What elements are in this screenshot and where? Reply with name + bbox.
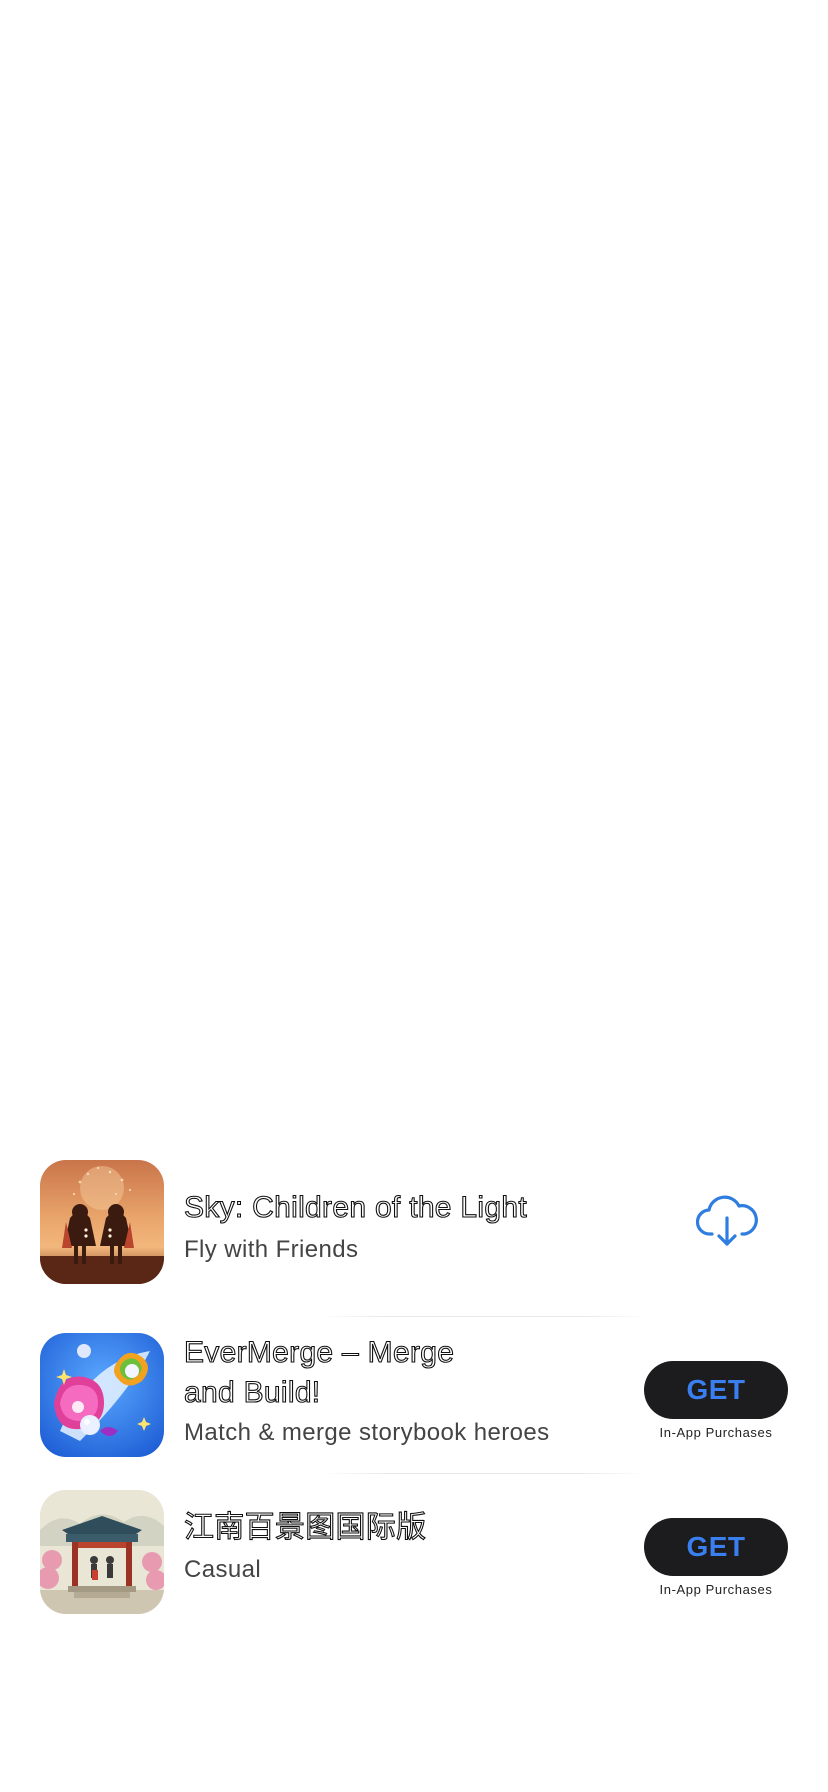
app-title-line-1: EverMerge – Merge bbox=[183, 1335, 455, 1369]
app-subtitle: Casual bbox=[184, 1556, 262, 1583]
get-button[interactable]: GET bbox=[644, 1518, 788, 1576]
app-subtitle: Fly with Friends bbox=[184, 1236, 359, 1263]
app-subtitle: Match & merge storybook heroes bbox=[184, 1419, 550, 1446]
jiangnan-action: GET In-App Purchases bbox=[644, 1518, 788, 1597]
in-app-purchases-label: In-App Purchases bbox=[659, 1582, 773, 1597]
sky-app-icon[interactable] bbox=[40, 1160, 164, 1284]
get-button[interactable]: GET bbox=[644, 1361, 788, 1419]
app-store-page: Sky: Children of the Light Fly with Frie… bbox=[0, 0, 828, 1792]
evermerge-action: GET In-App Purchases bbox=[644, 1361, 788, 1440]
jiangnan-text: 江南百景图国际版 Casual bbox=[183, 1508, 614, 1586]
app-title: 江南百景图国际版 bbox=[183, 1509, 427, 1545]
in-app-purchases-label: In-App Purchases bbox=[659, 1425, 773, 1440]
list-item-sky[interactable]: Sky: Children of the Light Fly with Frie… bbox=[0, 1160, 828, 1317]
list-item-jiangnan[interactable]: 江南百景图国际版 Casual GET In-App Purchases bbox=[0, 1474, 828, 1631]
jiangnan-app-icon[interactable] bbox=[40, 1490, 164, 1614]
app-list: Sky: Children of the Light Fly with Frie… bbox=[0, 1160, 828, 1631]
cloud-download-icon[interactable] bbox=[696, 1194, 758, 1250]
app-title-line-2: and Build! bbox=[183, 1375, 321, 1409]
evermerge-app-icon[interactable] bbox=[40, 1333, 164, 1457]
sky-text: Sky: Children of the Light Fly with Frie… bbox=[183, 1188, 614, 1266]
list-item-evermerge[interactable]: EverMerge – Merge and Build! Match & mer… bbox=[0, 1317, 828, 1474]
app-title: Sky: Children of the Light bbox=[183, 1190, 527, 1224]
evermerge-text: EverMerge – Merge and Build! Match & mer… bbox=[183, 1333, 614, 1449]
